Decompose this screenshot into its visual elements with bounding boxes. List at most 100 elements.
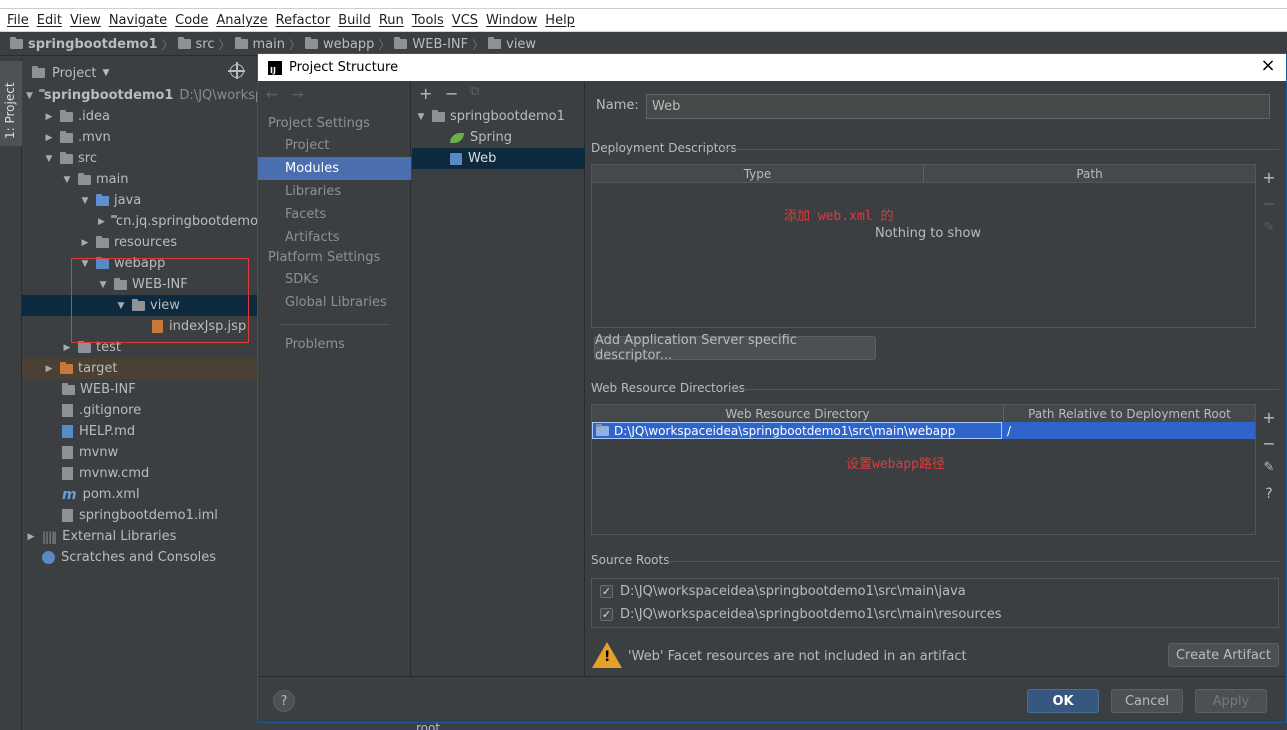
menu-vcs[interactable]: VCS <box>448 13 482 28</box>
tree-item-gitignore[interactable]: .gitignore <box>62 400 141 421</box>
breadcrumb-item-src[interactable]: src <box>177 37 215 52</box>
forward-arrow-icon[interactable]: → <box>292 87 304 103</box>
tree-item-label: springbootdemo1 <box>43 88 174 103</box>
dialog-title-bar[interactable]: IJ Project Structure <box>258 54 1286 81</box>
tree-item-main[interactable]: ▼ main <box>62 169 129 190</box>
tree-item-src[interactable]: ▼ src <box>44 148 97 169</box>
tree-item-idea[interactable]: ▶ .idea <box>44 106 110 127</box>
expand-arrow-icon[interactable]: ▼ <box>44 154 54 164</box>
breadcrumb-item-webapp[interactable]: webapp <box>305 37 374 52</box>
collapse-arrow-icon[interactable]: ▶ <box>44 112 54 122</box>
close-icon[interactable]: × <box>1259 57 1277 75</box>
breadcrumb-item-webinf[interactable]: WEB-INF <box>394 37 468 52</box>
collapse-arrow-icon[interactable]: ▶ <box>44 364 54 374</box>
table-row[interactable]: D:\JQ\workspaceidea\springbootdemo1\src\… <box>592 422 1255 439</box>
tree-item-help[interactable]: HELP.md <box>62 421 135 442</box>
menu-refactor[interactable]: Refactor <box>272 13 335 28</box>
edit-icon[interactable]: ✎ <box>1261 220 1277 235</box>
tree-item-mvnwcmd[interactable]: mvnw.cmd <box>62 463 149 484</box>
tree-item-pom[interactable]: m pom.xml <box>62 484 140 505</box>
add-icon[interactable]: + <box>1261 168 1277 187</box>
tree-item-webinf-root[interactable]: WEB-INF <box>62 379 136 400</box>
cancel-button[interactable]: Cancel <box>1111 689 1183 713</box>
column-header-relative-path[interactable]: Path Relative to Deployment Root <box>1003 405 1255 423</box>
create-artifact-button[interactable]: Create Artifact <box>1168 643 1279 667</box>
collapse-arrow-icon[interactable]: ▶ <box>26 532 36 542</box>
source-root-checkbox[interactable]: ✓ <box>600 608 613 621</box>
menu-edit[interactable]: Edit <box>33 13 66 28</box>
name-input[interactable]: Web <box>646 94 1270 119</box>
locate-file-icon[interactable] <box>228 62 245 79</box>
apply-button[interactable]: Apply <box>1195 689 1267 713</box>
help-icon[interactable]: ? <box>1261 486 1277 502</box>
tree-item-mvnw[interactable]: mvnw <box>62 442 118 463</box>
column-header-web-resource-directory[interactable]: Web Resource Directory <box>592 405 1003 423</box>
module-item-web[interactable]: Web <box>450 148 496 169</box>
remove-icon[interactable]: − <box>1261 434 1277 453</box>
project-panel-header[interactable]: Project ▼ <box>22 62 258 84</box>
nav-item-project[interactable]: Project <box>258 134 411 157</box>
remove-icon[interactable]: − <box>445 84 458 103</box>
add-server-descriptor-button[interactable]: Add Application Server specific descript… <box>594 333 876 363</box>
menu-navigate[interactable]: Navigate <box>105 13 171 28</box>
nav-item-problems[interactable]: Problems <box>258 333 411 356</box>
tree-item-resources[interactable]: ▶ resources <box>80 232 177 253</box>
collapse-arrow-icon[interactable]: ▶ <box>98 217 105 227</box>
nav-item-artifacts[interactable]: Artifacts <box>258 226 411 249</box>
menu-window[interactable]: Window <box>482 13 541 28</box>
collapse-arrow-icon[interactable]: ▶ <box>80 238 90 248</box>
add-icon[interactable]: + <box>419 84 432 103</box>
menu-code[interactable]: Code <box>171 13 212 28</box>
menu-build[interactable]: Build <box>334 13 375 28</box>
collapse-arrow-icon[interactable]: ▶ <box>62 343 72 353</box>
menu-view[interactable]: View <box>66 13 105 28</box>
back-arrow-icon[interactable]: ← <box>266 87 278 103</box>
nav-item-modules[interactable]: Modules <box>258 157 411 180</box>
tree-item-java[interactable]: ▼ java <box>80 190 142 211</box>
table-cell-relative-path[interactable]: / <box>1002 422 1255 439</box>
table-cell-directory[interactable]: D:\JQ\workspaceidea\springbootdemo1\src\… <box>592 422 1002 439</box>
ok-button[interactable]: OK <box>1027 689 1099 713</box>
copy-icon[interactable]: ⧉ <box>470 84 479 99</box>
add-icon[interactable]: + <box>1261 408 1277 427</box>
nav-item-label: Global Libraries <box>285 295 387 310</box>
expand-arrow-icon[interactable]: ▼ <box>416 112 426 122</box>
help-button[interactable]: ? <box>273 690 295 712</box>
remove-icon[interactable]: − <box>1261 194 1277 213</box>
menu-run[interactable]: Run <box>375 13 408 28</box>
column-header-type[interactable]: Type <box>592 165 923 183</box>
nav-item-facets[interactable]: Facets <box>258 203 411 226</box>
dialog-title: Project Structure <box>289 60 399 75</box>
menu-file[interactable]: File <box>3 13 33 28</box>
tree-item-scratches[interactable]: Scratches and Consoles <box>42 547 216 568</box>
breadcrumb-item-view[interactable]: view <box>488 37 536 52</box>
column-header-path[interactable]: Path <box>923 165 1255 183</box>
module-item-root[interactable]: ▼ springbootdemo1 <box>416 106 565 127</box>
nav-item-libraries[interactable]: Libraries <box>258 180 411 203</box>
nav-item-global-libraries[interactable]: Global Libraries <box>258 291 411 314</box>
menu-help[interactable]: Help <box>541 13 579 28</box>
breadcrumb-item-project[interactable]: springbootdemo1 <box>10 37 158 52</box>
menu-tools[interactable]: Tools <box>408 13 448 28</box>
breadcrumb-item-main[interactable]: main <box>234 37 285 52</box>
tree-item-root[interactable]: ▼ springbootdemo1 D:\JQ\workspa <box>26 85 258 106</box>
tree-item-mvn[interactable]: ▶ .mvn <box>44 127 111 148</box>
expand-arrow-icon[interactable]: ▼ <box>26 91 33 101</box>
module-item-spring[interactable]: Spring <box>450 127 512 148</box>
menu-analyze[interactable]: Analyze <box>212 13 271 28</box>
edit-icon[interactable]: ✎ <box>1261 460 1277 475</box>
tree-item-iml[interactable]: springbootdemo1.iml <box>62 505 218 526</box>
chevron-down-icon[interactable]: ▼ <box>102 68 109 78</box>
source-root-checkbox[interactable]: ✓ <box>600 585 613 598</box>
collapse-arrow-icon[interactable]: ▶ <box>44 133 54 143</box>
expand-arrow-icon[interactable]: ▼ <box>80 196 90 206</box>
project-tool-tab[interactable]: 1: Project <box>0 61 22 146</box>
tree-item-package[interactable]: ▶ cn.jq.springbootdemo <box>98 211 258 232</box>
module-item-label: springbootdemo1 <box>450 109 565 124</box>
expand-arrow-icon[interactable]: ▼ <box>62 175 72 185</box>
tree-item-target[interactable]: ▶ target <box>44 358 118 379</box>
nav-item-sdks[interactable]: SDKs <box>258 268 411 291</box>
tree-item-external-libraries[interactable]: ▶ |||‖ External Libraries <box>26 526 177 547</box>
nav-item-label: Facets <box>285 207 327 222</box>
deployment-descriptors-table[interactable] <box>591 164 1256 328</box>
